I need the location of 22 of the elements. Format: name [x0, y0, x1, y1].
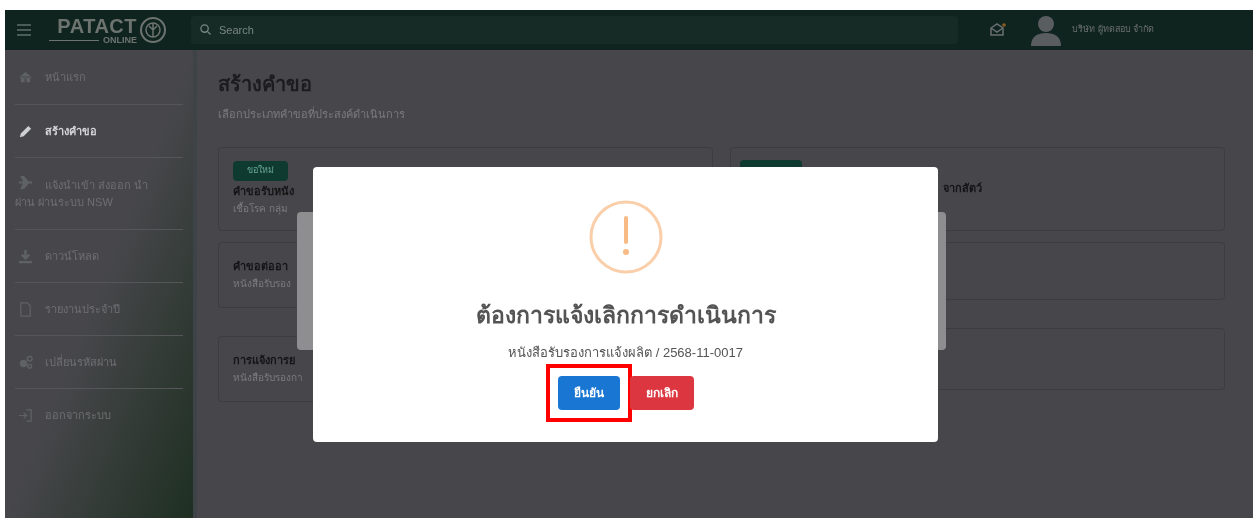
- mail-notification-icon[interactable]: [990, 23, 1006, 37]
- sidebar-item[interactable]: สร้างคำขอ: [15, 105, 183, 158]
- new-badge: ขอใหม่: [233, 161, 288, 181]
- dialog-message: หนังสือรับรองการแจ้งผลิต / 2568-11-0017: [508, 343, 743, 362]
- warning-icon: [588, 200, 663, 274]
- cancel-button[interactable]: ยกเลิก: [629, 376, 694, 410]
- search-field[interactable]: Search: [191, 16, 958, 44]
- confirm-button[interactable]: ยืนยัน: [557, 376, 620, 410]
- logo-subtitle: ONLINE: [103, 35, 137, 45]
- download-icon: [18, 248, 33, 264]
- airplane-icon: [18, 175, 33, 190]
- user-name[interactable]: บริษัท ผู้ทดสอบ จำกัด: [1072, 23, 1155, 37]
- pencil-icon: [18, 123, 33, 139]
- logout-icon: [18, 408, 33, 423]
- avatar-icon[interactable]: [1030, 14, 1062, 46]
- logo-text: PATACT: [57, 15, 137, 36]
- gears-icon: [18, 354, 33, 370]
- dialog-title: ต้องการแจ้งเลิกการดำเนินการ: [475, 301, 776, 330]
- emblem-icon: [140, 17, 166, 43]
- menu-icon[interactable]: [17, 24, 31, 36]
- search-icon: [200, 24, 211, 35]
- home-icon: [18, 69, 33, 85]
